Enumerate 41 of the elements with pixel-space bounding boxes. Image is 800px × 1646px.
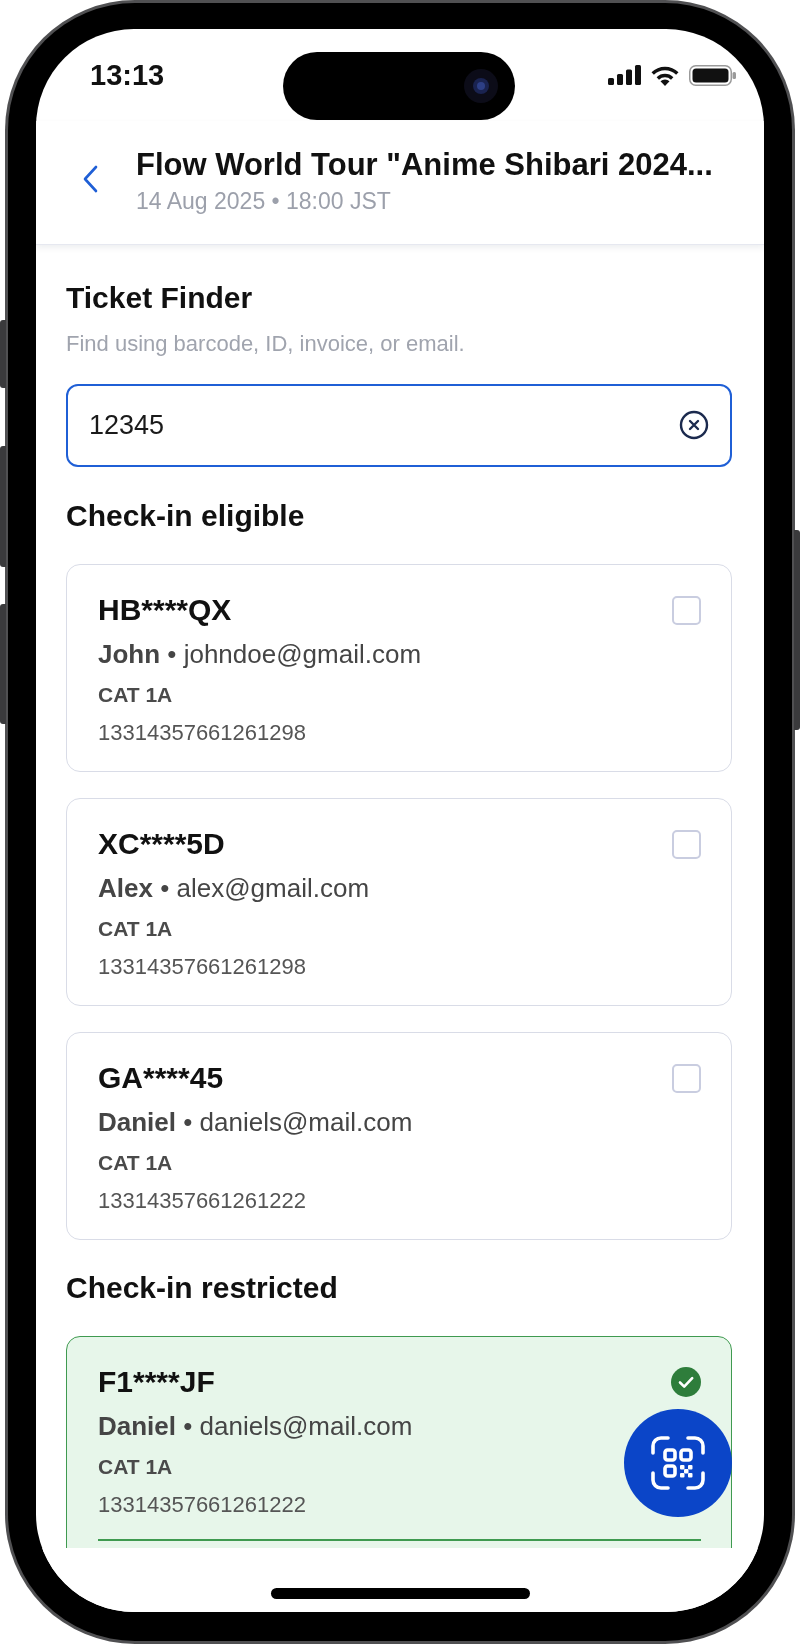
header-subtitle: 14 Aug 2025 • 18:00 JST xyxy=(136,188,391,214)
qr-scan-icon xyxy=(651,1436,705,1490)
section-title: Ticket Finder xyxy=(66,280,253,316)
status-time: 13:13 xyxy=(90,58,165,92)
header-title: Flow World Tour "Anime Shibari 2024... xyxy=(136,147,713,183)
ticket-category: CAT 1A xyxy=(98,916,173,942)
checkbox[interactable] xyxy=(672,1064,701,1093)
section-title: Check-in restricted xyxy=(66,1270,338,1306)
checkbox[interactable] xyxy=(672,830,701,859)
battery-icon xyxy=(689,64,736,86)
ticket-holder: John • johndoe@gmail.com xyxy=(98,638,422,670)
ticket-card[interactable]: XC****5D Alex • alex@gmail.com CAT 1A 13314357661261298 xyxy=(66,798,732,1006)
helper-text: Find using barcode, ID, invoice, or email. xyxy=(66,330,465,358)
ticket-category: CAT 1A xyxy=(98,1150,173,1176)
ticket-number: 13314357661261222 xyxy=(98,1491,306,1519)
ticket-card[interactable]: GA****45 Daniel • daniels@mail.com CAT 1A 13314357661261222 xyxy=(66,1032,732,1240)
clear-button[interactable] xyxy=(679,410,709,440)
search-field[interactable]: 12345 xyxy=(66,384,732,467)
ticket-code: HB****QX xyxy=(98,592,232,628)
ticket-code: XC****5D xyxy=(98,826,225,862)
phone-side-key xyxy=(0,320,6,388)
ticket-holder: Daniel • daniels@mail.com xyxy=(98,1410,413,1442)
checkbox[interactable] xyxy=(672,596,701,625)
camera-lens-icon xyxy=(464,69,498,103)
ticket-category: CAT 1A xyxy=(98,1454,173,1480)
ticket-number: 13314357661261298 xyxy=(98,719,306,747)
wifi-icon xyxy=(650,64,680,86)
ticket-code: GA****45 xyxy=(98,1060,224,1096)
clear-icon xyxy=(679,410,709,440)
ticket-code: F1****JF xyxy=(98,1364,215,1400)
section-title: Check-in eligible xyxy=(66,498,305,534)
signal-icon xyxy=(608,65,641,85)
ticket-card[interactable]: F1****JF Daniel • daniels@mail.com CAT 1A 13314357661261222 xyxy=(66,1336,732,1548)
ticket-card[interactable]: HB****QX John • johndoe@gmail.com CAT 1A 13314357661261298 xyxy=(66,564,732,772)
back-icon xyxy=(82,165,98,193)
check-circle-icon[interactable] xyxy=(671,1367,701,1397)
ticket-category: CAT 1A xyxy=(98,682,173,708)
ticket-number: 13314357661261222 xyxy=(98,1187,306,1215)
ticket-holder: Daniel • daniels@mail.com xyxy=(98,1106,413,1138)
ticket-holder: Alex • alex@gmail.com xyxy=(98,872,370,904)
ticket-number: 13314357661261298 xyxy=(98,953,306,981)
